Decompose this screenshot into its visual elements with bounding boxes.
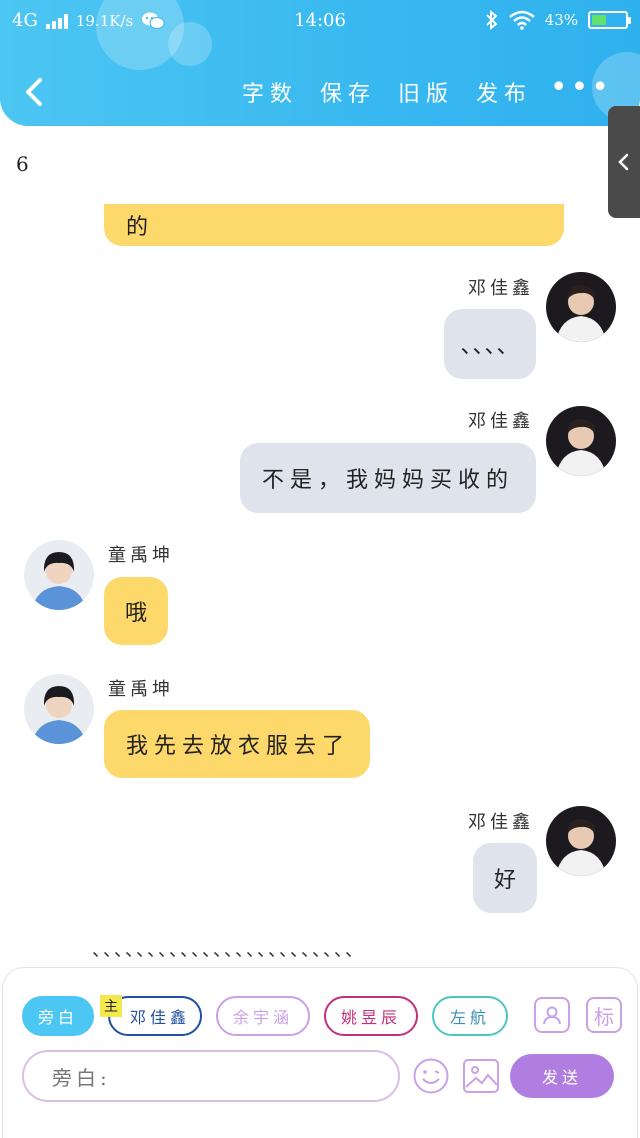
chip-label: 邓佳鑫 [129,1008,190,1027]
message-bubble[interactable]: 哦 [104,577,168,645]
message-bubble[interactable]: 我先去放衣服去了 [104,710,370,778]
avatar-deng-jiaxin[interactable] [546,272,616,342]
speaker-name: 邓佳鑫 [468,812,534,833]
word-count-button[interactable]: 字数 [242,76,298,108]
person-icon [543,1006,561,1025]
speaker-name: 邓佳鑫 [468,278,534,299]
send-button[interactable]: 发送 [510,1054,614,1098]
save-button[interactable]: 保存 [320,76,376,108]
chip-deng-jiaxin[interactable]: 邓佳鑫 [108,996,202,1036]
back-button[interactable] [16,72,56,112]
avatar-tong-yukun[interactable] [24,674,94,744]
avatar-image [24,540,94,610]
chip-label: 左航 [449,1008,490,1027]
message-bubble[interactable]: 的 [104,204,564,246]
send-label: 发送 [541,1068,582,1087]
message-text: 不是，我妈妈买收的 [262,468,515,493]
bluetooth-icon [485,10,498,30]
more-button[interactable]: ••• [550,73,612,103]
mark-button[interactable]: 标 [586,997,622,1033]
chip-zuo-hang[interactable]: 左航 [432,996,508,1036]
message-text: 、、、、 [460,334,520,359]
wifi-icon [508,10,535,30]
add-character-button[interactable] [534,997,570,1033]
speaker-name: 邓佳鑫 [468,411,534,432]
avatar-image [24,674,94,744]
chevron-left-icon [26,78,42,106]
input-placeholder: 旁白: [52,1065,111,1090]
chip-yao-yuchen[interactable]: 姚昱辰 [324,996,418,1036]
message-bubble[interactable]: 不是，我妈妈买收的 [240,443,536,513]
avatar-deng-jiaxin[interactable] [546,806,616,876]
status-bar: 4G 19.1K/s 14:06 43% [0,0,640,44]
message-text: 哦 [124,601,147,626]
mark-label: 标 [594,1004,614,1029]
main-character-tag: 主 [100,995,122,1017]
message-text: 好 [493,868,516,893]
image-icon[interactable] [462,1057,500,1095]
message-bubble[interactable]: 、、、、 [444,309,536,379]
message-bubble[interactable]: 好 [473,843,537,913]
battery-percent: 43% [544,11,578,29]
speaker-name: 童禹坤 [108,679,174,700]
chip-label: 旁白 [37,1008,78,1027]
page-number: 6 [16,152,29,176]
message-text: 的 [126,215,155,240]
message-text: 我先去放衣服去了 [126,734,351,759]
chevron-left-icon [618,153,629,171]
side-panel-toggle[interactable] [608,106,640,218]
chip-label: 姚昱辰 [340,1008,401,1027]
chip-yu-yuhan[interactable]: 余宇涵 [216,996,310,1036]
header-bar: 4G 19.1K/s 14:06 43% 字数 保存 旧版 发布 ••• [0,0,640,126]
narration-ellipsis: 、、、、、、、、、、、、、、、、、、、、、、、、 [92,940,365,961]
old-version-button[interactable]: 旧版 [398,76,454,108]
avatar-deng-jiaxin[interactable] [546,406,616,476]
message-input[interactable]: 旁白: [22,1050,400,1102]
chip-label: 余宇涵 [232,1008,293,1027]
battery-icon [588,11,631,29]
speaker-name: 童禹坤 [108,545,174,566]
emoji-icon[interactable] [412,1057,450,1095]
avatar-image [546,406,616,476]
publish-button[interactable]: 发布 [476,76,532,108]
avatar-image [546,806,616,876]
avatar-image [546,272,616,342]
chip-narration[interactable]: 旁白 [22,996,94,1036]
avatar-tong-yukun[interactable] [24,540,94,610]
nav-bar: 字数 保存 旧版 发布 ••• [0,62,640,122]
